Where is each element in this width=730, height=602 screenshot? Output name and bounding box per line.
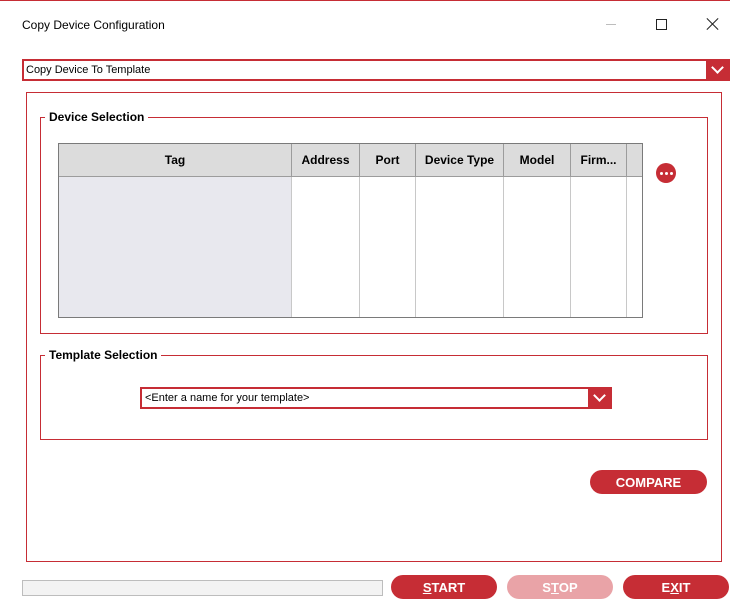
- address-column[interactable]: [292, 177, 360, 317]
- device-type-column[interactable]: [416, 177, 504, 317]
- grid-header: Tag Address Port Device Type Model Firm.…: [59, 144, 642, 177]
- close-button[interactable]: [693, 11, 730, 37]
- stop-button[interactable]: S T OP: [507, 575, 613, 599]
- compare-button[interactable]: COMPARE: [590, 470, 707, 494]
- chevron-down-icon: [710, 61, 724, 74]
- stop-mnemonic: T: [550, 579, 559, 595]
- title-bar: Copy Device Configuration: [0, 0, 730, 46]
- mode-dropdown-toggle[interactable]: [706, 61, 728, 79]
- chevron-down-icon: [592, 389, 606, 402]
- start-label: TART: [431, 579, 466, 595]
- status-bar: [22, 580, 383, 596]
- template-name-placeholder: <Enter a name for your template>: [145, 392, 310, 404]
- minimize-icon: [606, 23, 616, 25]
- ellipsis-icon: [659, 171, 663, 175]
- tag-column[interactable]: [59, 177, 292, 317]
- column-header-firmware[interactable]: Firm...: [571, 144, 627, 176]
- exit-label-rest: IT: [678, 579, 691, 595]
- mode-dropdown[interactable]: Copy Device To Template: [22, 59, 730, 81]
- column-header-tag[interactable]: Tag: [59, 144, 292, 176]
- mode-dropdown-value: Copy Device To Template: [26, 64, 151, 76]
- stop-label-rest: OP: [558, 579, 578, 595]
- column-header-device-type[interactable]: Device Type: [416, 144, 504, 176]
- column-header-address[interactable]: Address: [292, 144, 360, 176]
- window-title: Copy Device Configuration: [22, 18, 165, 32]
- template-selection-title: Template Selection: [45, 348, 162, 362]
- compare-button-label: COMPARE: [615, 474, 682, 490]
- port-column[interactable]: [360, 177, 416, 317]
- template-dropdown-toggle[interactable]: [588, 389, 610, 407]
- model-column[interactable]: [504, 177, 571, 317]
- template-name-combobox[interactable]: <Enter a name for your template>: [140, 387, 612, 409]
- ellipsis-dot: [664, 171, 668, 175]
- exit-button[interactable]: E X IT: [623, 575, 729, 599]
- device-grid[interactable]: Tag Address Port Device Type Model Firm.…: [58, 143, 643, 318]
- start-mnemonic: S: [422, 579, 432, 595]
- start-button[interactable]: S TART: [391, 575, 497, 599]
- minimize-button[interactable]: [591, 11, 631, 37]
- close-icon: [706, 17, 720, 31]
- maximize-icon: [655, 18, 667, 30]
- stop-label-pre: S: [542, 579, 551, 595]
- firmware-column[interactable]: [571, 177, 627, 317]
- exit-label-pre: E: [661, 579, 671, 595]
- column-header-model[interactable]: Model: [504, 144, 571, 176]
- column-header-port[interactable]: Port: [360, 144, 416, 176]
- ellipsis-dot: [669, 171, 673, 175]
- device-selection-title: Device Selection: [45, 110, 149, 124]
- exit-mnemonic: X: [670, 579, 679, 595]
- more-options-button[interactable]: [656, 163, 676, 183]
- maximize-button[interactable]: [641, 11, 681, 37]
